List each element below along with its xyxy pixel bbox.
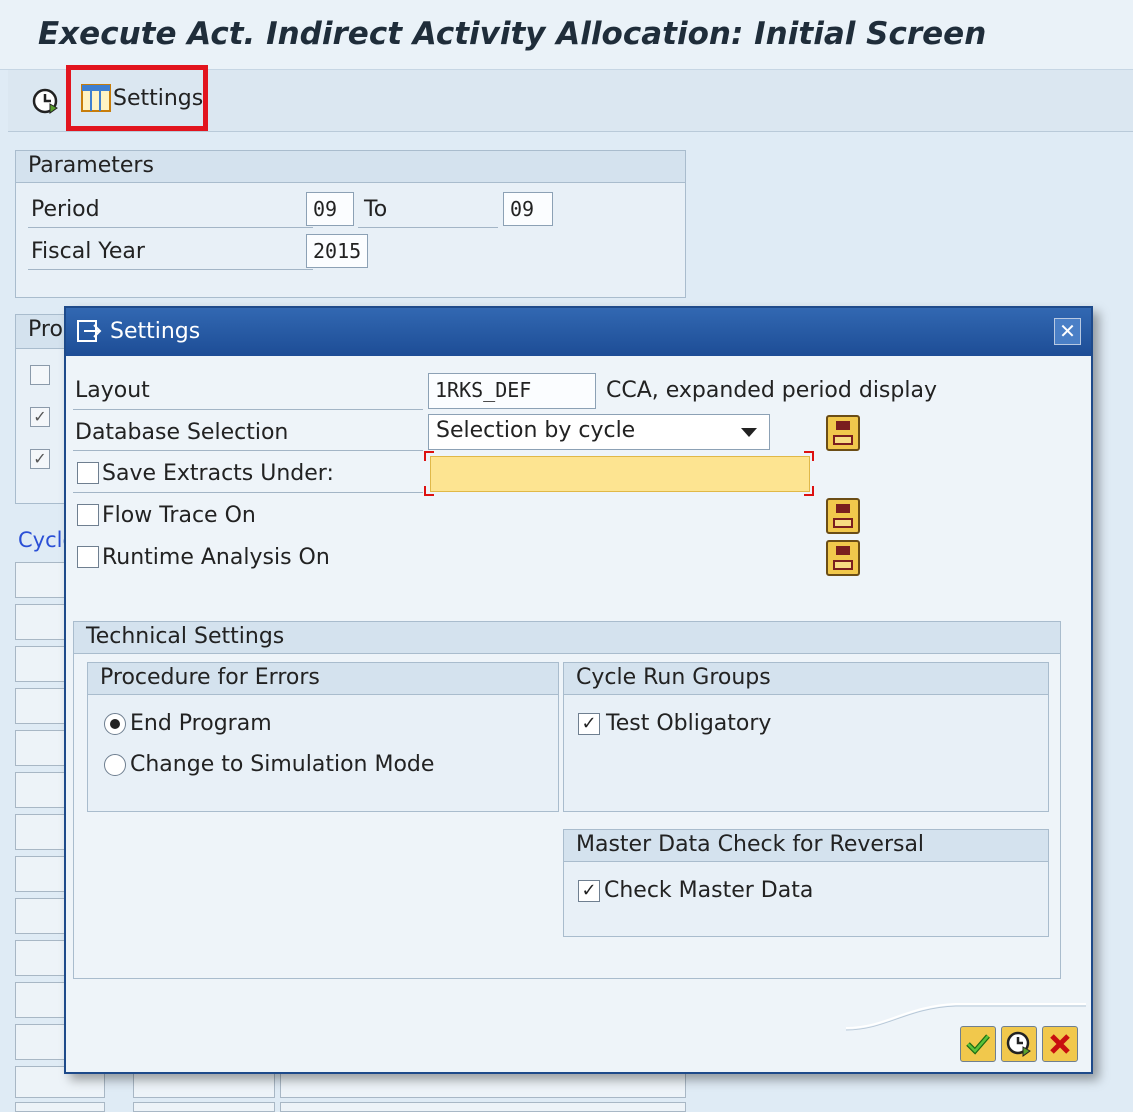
title-bar: Execute Act. Indirect Activity Allocatio… xyxy=(0,0,1133,70)
check-master-data-checkbox[interactable]: ✓ xyxy=(578,880,600,902)
bg-checkbox-2[interactable]: ✓ xyxy=(30,407,50,427)
settings-button[interactable]: Settings xyxy=(66,65,208,131)
save-extracts-label: Save Extracts Under: xyxy=(102,461,334,486)
db-selection-value: Selection by cycle xyxy=(436,418,636,443)
runtime-analysis-label: Runtime Analysis On xyxy=(102,545,330,570)
period-from-field[interactable]: 09 xyxy=(306,192,354,226)
procedure-errors-header: Procedure for Errors xyxy=(88,663,558,695)
table-cell[interactable] xyxy=(133,1102,275,1112)
table-row[interactable] xyxy=(15,982,70,1018)
page-title: Execute Act. Indirect Activity Allocatio… xyxy=(38,16,987,52)
settings-dialog: Settings ✕ Layout 1RKS_DEF CCA, expanded… xyxy=(64,306,1093,1074)
layout-field[interactable]: 1RKS_DEF xyxy=(428,373,596,409)
period-underline xyxy=(28,227,313,228)
table-row[interactable] xyxy=(15,814,70,850)
table-row[interactable] xyxy=(15,730,70,766)
execute-icon xyxy=(1006,1031,1031,1057)
table-row[interactable] xyxy=(15,646,70,682)
bg-checkbox-1[interactable] xyxy=(30,365,50,385)
table-row[interactable] xyxy=(15,898,70,934)
procedure-errors-group: Procedure for Errors End Program Change … xyxy=(87,662,559,812)
save-extracts-underline xyxy=(73,492,423,493)
layout-description: CCA, expanded period display xyxy=(606,378,937,403)
simulation-mode-label: Change to Simulation Mode xyxy=(130,752,435,777)
required-corner-tl xyxy=(424,451,434,461)
required-corner-tr xyxy=(804,451,814,461)
confirm-button[interactable] xyxy=(960,1026,996,1062)
table-row[interactable] xyxy=(15,772,70,808)
dialog-window-icon xyxy=(77,320,102,342)
save-icon[interactable] xyxy=(826,498,860,534)
table-row[interactable] xyxy=(15,604,70,640)
execute-dialog-button[interactable] xyxy=(1001,1026,1037,1062)
table-row[interactable] xyxy=(15,1024,70,1060)
db-selection-label: Database Selection xyxy=(75,420,289,445)
end-program-label: End Program xyxy=(130,711,272,736)
simulation-mode-radio[interactable] xyxy=(104,754,126,776)
table-row[interactable] xyxy=(15,1102,105,1112)
parameters-group: Parameters Period 09 To 09 Fiscal Year 2… xyxy=(15,150,686,298)
cancel-icon xyxy=(1050,1034,1070,1054)
end-program-radio[interactable] xyxy=(104,713,126,735)
required-corner-br xyxy=(804,486,814,496)
settings-label: Settings xyxy=(113,86,204,111)
layout-underline xyxy=(73,409,423,410)
save-icon[interactable] xyxy=(826,540,860,576)
technical-settings-header: Technical Settings xyxy=(74,622,1060,654)
db-selection-underline xyxy=(73,450,423,451)
table-row[interactable] xyxy=(15,562,70,598)
table-row[interactable] xyxy=(15,688,70,724)
chevron-down-icon xyxy=(741,428,757,437)
dialog-title-bar: Settings ✕ xyxy=(66,308,1091,356)
period-to-label: To xyxy=(364,197,388,222)
cycle-run-groups-group: Cycle Run Groups ✓ Test Obligatory xyxy=(563,662,1049,812)
technical-settings-group: Technical Settings Procedure for Errors … xyxy=(73,621,1061,979)
check-icon xyxy=(966,1034,990,1055)
layout-label: Layout xyxy=(75,378,150,403)
execute-icon xyxy=(32,88,58,114)
parameters-header: Parameters xyxy=(16,151,685,183)
required-corner-bl xyxy=(424,486,434,496)
bg-checkbox-3[interactable]: ✓ xyxy=(30,449,50,469)
execute-button[interactable] xyxy=(30,86,60,116)
to-underline xyxy=(358,227,498,228)
master-data-header: Master Data Check for Reversal xyxy=(564,830,1048,862)
save-extracts-checkbox[interactable] xyxy=(77,462,99,484)
table-cell[interactable] xyxy=(280,1102,686,1112)
cancel-button[interactable] xyxy=(1042,1026,1078,1062)
save-extracts-field[interactable] xyxy=(430,456,810,492)
db-selection-dropdown[interactable]: Selection by cycle xyxy=(428,414,770,450)
master-data-group: Master Data Check for Reversal ✓ Check M… xyxy=(563,829,1049,937)
flow-trace-checkbox[interactable] xyxy=(77,504,99,526)
table-row[interactable] xyxy=(15,940,70,976)
dialog-title: Settings xyxy=(110,319,201,344)
period-to-field[interactable]: 09 xyxy=(503,192,553,226)
layout-table-icon xyxy=(81,84,111,112)
check-master-data-label: Check Master Data xyxy=(604,878,814,903)
table-row[interactable] xyxy=(15,856,70,892)
application-toolbar: Settings xyxy=(8,65,1133,132)
fiscal-year-field[interactable]: 2015 xyxy=(306,234,368,268)
save-icon[interactable] xyxy=(826,415,860,451)
period-label: Period xyxy=(31,197,100,222)
test-obligatory-checkbox[interactable]: ✓ xyxy=(578,713,600,735)
fiscal-year-label: Fiscal Year xyxy=(31,239,145,264)
fiscal-year-underline xyxy=(28,269,313,270)
cycle-run-groups-header: Cycle Run Groups xyxy=(564,663,1048,695)
test-obligatory-label: Test Obligatory xyxy=(606,711,772,736)
flow-trace-label: Flow Trace On xyxy=(102,503,256,528)
close-icon[interactable]: ✕ xyxy=(1054,318,1081,345)
runtime-analysis-checkbox[interactable] xyxy=(77,546,99,568)
